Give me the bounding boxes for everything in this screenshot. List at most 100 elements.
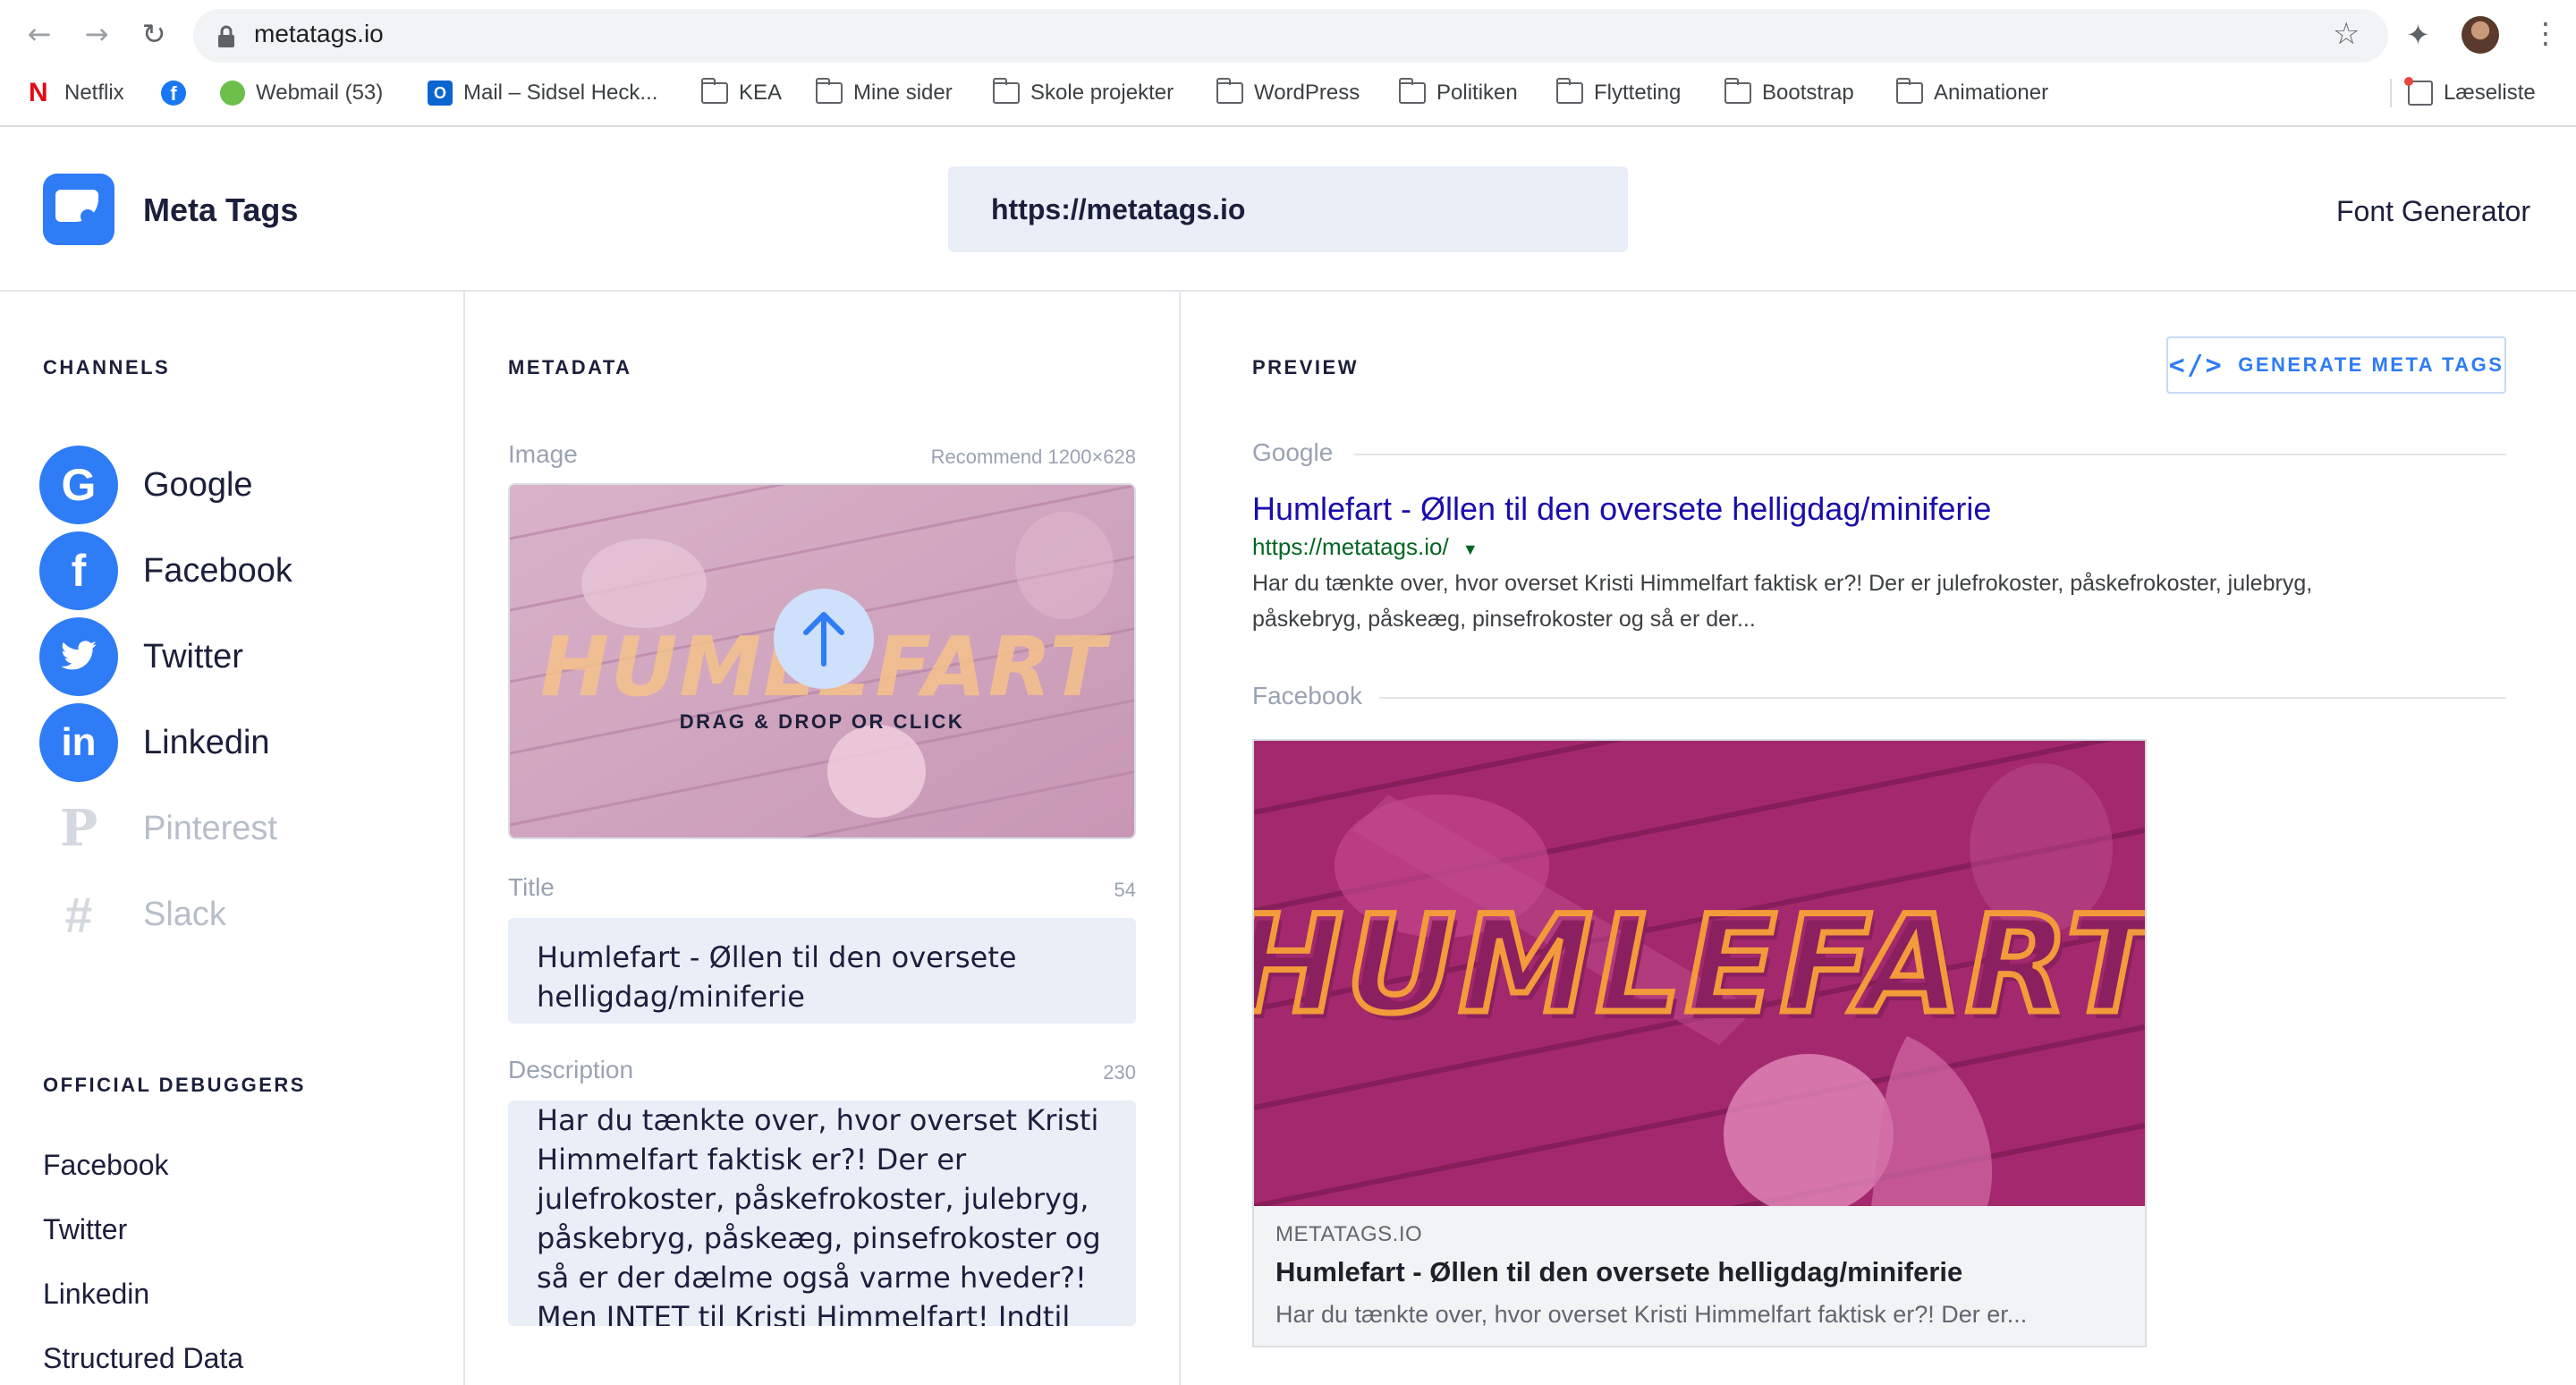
font-generator-link[interactable]: Font Generator [2336, 195, 2530, 228]
generate-button-label: GENERATE META TAGS [2238, 353, 2504, 376]
facebook-icon: f [161, 81, 186, 106]
folder-icon [1896, 78, 1923, 104]
debugger-facebook-link[interactable]: Facebook [43, 1149, 169, 1182]
bookmark-label: Mail – Sidsel Heck... [463, 81, 658, 105]
metadata-panel: METADATA Image Recommend 1200×628 HUMLEF… [465, 292, 1181, 1385]
metadata-heading: METADATA [508, 356, 632, 378]
url-input[interactable]: https://metatags.io [948, 166, 1628, 252]
brand-name[interactable]: Meta Tags [143, 191, 298, 229]
preview-panel: PREVIEW </> GENERATE META TAGS Google Hu… [1181, 292, 2576, 1385]
google-url-text: https://metatags.io/ [1252, 533, 1449, 560]
folder-icon [1724, 78, 1751, 104]
folder-icon [816, 78, 843, 104]
facebook-preview-label: Facebook [1252, 682, 1362, 709]
facebook-preview-domain: METATAGS.IO [1275, 1222, 1423, 1246]
bookmark-flytteting[interactable]: Flytteting [1556, 78, 1681, 107]
webmail-icon [220, 81, 245, 106]
pinterest-icon: P [59, 799, 98, 858]
bookmark-label: Bootstrap [1762, 81, 1854, 105]
bookmark-skole-projekter[interactable]: Skole projekter [993, 78, 1174, 107]
extensions-icon[interactable]: ✦ [2406, 18, 2430, 52]
channel-linkedin[interactable]: in Linkedin [39, 703, 270, 782]
debugger-twitter-link[interactable]: Twitter [43, 1213, 127, 1246]
debugger-structured-data-link[interactable]: Structured Data [43, 1342, 243, 1375]
netflix-icon: N [29, 78, 48, 107]
profile-avatar[interactable] [2462, 16, 2499, 54]
bookmark-netflix[interactable]: N Netflix [29, 79, 124, 107]
facebook-preview-image: HUMLEFART HUMLEFART [1254, 741, 2145, 1206]
channel-label: Slack [143, 895, 226, 933]
facebook-preview-meta: METATAGS.IO Humlefart - Øllen til den ov… [1254, 1206, 2145, 1346]
debugger-linkedin-link[interactable]: Linkedin [43, 1278, 149, 1311]
bookmark-label: Netflix [64, 81, 124, 105]
title-input[interactable]: Humlefart - Øllen til den oversete helli… [508, 918, 1136, 1024]
channel-twitter[interactable]: Twitter [39, 617, 243, 696]
bookmark-wordpress[interactable]: WordPress [1216, 78, 1360, 107]
bookmark-bootstrap[interactable]: Bootstrap [1724, 78, 1854, 107]
meta-tags-logo-icon[interactable] [43, 174, 114, 245]
folder-icon [993, 78, 1020, 104]
app-header: Meta Tags https://metatags.io Font Gener… [0, 127, 2576, 292]
description-char-count: 230 [1103, 1061, 1136, 1083]
address-url[interactable]: metatags.io [254, 20, 384, 48]
bookmark-kea[interactable]: KEA [701, 78, 783, 107]
channel-google[interactable]: G Google [39, 446, 253, 524]
channels-heading: CHANNELS [43, 356, 171, 378]
outlook-icon: O [428, 81, 453, 106]
channel-label: Google [143, 465, 253, 504]
google-preview-label: Google [1252, 438, 1334, 466]
bookmark-label: Mine sider [853, 81, 953, 105]
google-result-description: Har du tænkte over, hvor overset Kristi … [1252, 571, 2313, 632]
google-result-title[interactable]: Humlefart - Øllen til den oversete helli… [1252, 490, 1991, 528]
channels-sidebar: CHANNELS G Google f Facebook Twitter in … [0, 292, 465, 1385]
code-icon: </> [2168, 349, 2224, 381]
folder-icon [1399, 78, 1426, 104]
title-char-count: 54 [1114, 879, 1136, 901]
facebook-icon: f [39, 531, 118, 610]
description-label: Description [508, 1056, 634, 1083]
bookmark-label: Politiken [1436, 81, 1518, 105]
description-textarea[interactable]: Har du tænkte over, hvor overset Kristi … [508, 1100, 1136, 1326]
forward-icon[interactable]: → [79, 16, 114, 52]
slack-icon: # [64, 886, 93, 943]
reload-icon[interactable]: ↻ [136, 16, 172, 52]
channel-slack[interactable]: # Slack [39, 875, 226, 954]
bookmark-facebook[interactable]: f [161, 79, 186, 107]
bookmark-star-icon[interactable]: ☆ [2333, 16, 2360, 52]
bookmark-outlook[interactable]: O Mail – Sidsel Heck... [428, 79, 657, 107]
address-bar[interactable] [193, 9, 2388, 63]
reading-list-icon [2404, 77, 2433, 106]
bookmark-label: KEA [739, 81, 783, 105]
image-upload-dropzone[interactable]: HUMLEFART DRAG & DROP OR CLICK [508, 483, 1136, 839]
folder-icon [701, 78, 728, 104]
channel-label: Twitter [143, 637, 243, 676]
image-size-hint: Recommend 1200×628 [930, 446, 1136, 468]
bookmark-politiken[interactable]: Politiken [1399, 78, 1518, 107]
folder-icon [1556, 78, 1583, 104]
title-label: Title [508, 873, 555, 901]
bookmark-mine-sider[interactable]: Mine sider [816, 78, 953, 107]
facebook-preview-description: Har du tænkte over, hvor overset Kristi … [1275, 1301, 2028, 1328]
linkedin-icon: in [39, 703, 118, 782]
channel-label: Facebook [143, 551, 292, 590]
bookmark-label: WordPress [1254, 81, 1360, 105]
og-wordmark: HUMLEFART [1254, 888, 2145, 1043]
bookmark-webmail[interactable]: Webmail (53) [220, 79, 383, 107]
channel-pinterest[interactable]: P Pinterest [39, 789, 277, 868]
dropdown-triangle-icon: ▼ [1462, 540, 1479, 558]
facebook-og-image: HUMLEFART HUMLEFART [1254, 741, 2145, 1206]
bookmark-animationer[interactable]: Animationer [1896, 78, 2048, 107]
back-icon[interactable]: ← [21, 16, 57, 52]
channel-facebook[interactable]: f Facebook [39, 531, 292, 610]
menu-kebab-icon[interactable]: ⋮ [2531, 16, 2560, 50]
generate-meta-tags-button[interactable]: </> GENERATE META TAGS [2166, 336, 2506, 394]
twitter-icon [39, 617, 118, 696]
reading-list[interactable]: Læseliste [2390, 77, 2536, 107]
facebook-preview-card[interactable]: HUMLEFART HUMLEFART METATAGS.IO Humlefar… [1252, 739, 2147, 1347]
divider [1379, 697, 2506, 699]
debuggers-heading: OFFICIAL DEBUGGERS [43, 1074, 306, 1096]
google-result-url[interactable]: https://metatags.io/ ▼ [1252, 533, 1479, 561]
reading-list-label: Læseliste [2444, 81, 2536, 105]
bookmark-label: Skole projekter [1030, 81, 1174, 105]
browser-chrome: ← → ↻ metatags.io ☆ ✦ ⋮ N Netflix f Webm… [0, 0, 2576, 127]
